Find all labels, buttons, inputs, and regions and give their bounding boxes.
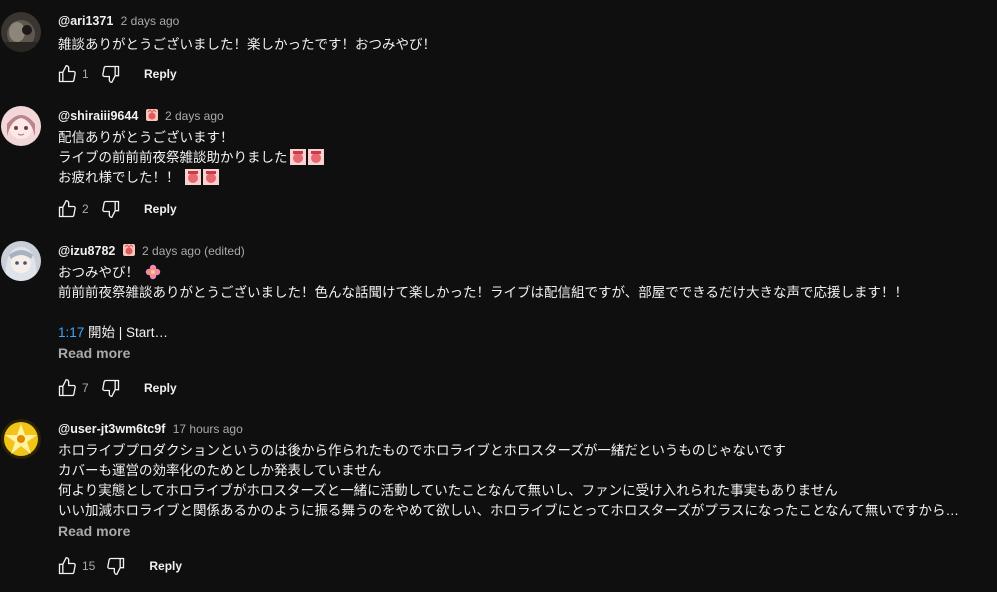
- custom-emoji-icon: [307, 149, 324, 165]
- comment-line: お疲れ様でした！！: [58, 168, 991, 188]
- comment-header: @izu8782 2 days ago (edited): [58, 243, 991, 259]
- thumbs-down-icon[interactable]: [100, 198, 122, 220]
- comment-text: ホロライブプロダクションというのは後から作られたものでホロライブとホロスターズが…: [58, 441, 991, 521]
- thumbs-up-icon[interactable]: [56, 555, 78, 577]
- avatar[interactable]: [1, 106, 41, 146]
- comment-actions: 15 Reply: [56, 554, 182, 578]
- avatar[interactable]: [1, 241, 41, 281]
- comment-thread: @user-jt3wm6tc9f 17 hours ago ホロライブプロダクシ…: [0, 410, 997, 592]
- thumbs-up-icon[interactable]: [56, 198, 78, 220]
- comment-line: ホロライブプロダクションというのは後から作られたものでホロライブとホロスターズが…: [58, 443, 786, 458]
- like-count: 2: [82, 202, 89, 216]
- comment-thread: @shiraiii9644 2 days ago 配信ありがとうございます！ ラ…: [0, 95, 997, 230]
- like-count: 15: [82, 559, 96, 573]
- read-more-button[interactable]: Read more: [58, 521, 130, 541]
- member-badge-icon: [145, 109, 158, 121]
- reply-button[interactable]: Reply: [144, 67, 177, 81]
- thumbs-down-icon[interactable]: [100, 377, 122, 399]
- comment-header: @ari1371 2 days ago: [58, 13, 991, 29]
- comment-actions: 7 Reply: [56, 376, 177, 400]
- custom-emoji-icon: [289, 149, 306, 165]
- comment-line: おつみやび！: [58, 263, 991, 283]
- member-badge-icon: [122, 244, 135, 256]
- comment-header: @shiraiii9644 2 days ago: [58, 108, 991, 124]
- comment-text: 配信ありがとうございます！ ライブの前前前夜祭雑談助かりました お疲れ様でした！…: [58, 128, 991, 188]
- thumbs-up-icon[interactable]: [56, 377, 78, 399]
- thumbs-up-icon[interactable]: [56, 63, 78, 85]
- comment-line: 1:17 開始 | Start…: [58, 323, 991, 343]
- avatar[interactable]: [1, 12, 41, 52]
- comment-line: 雑談ありがとうございました！楽しかったです！おつみやび！: [58, 37, 436, 52]
- custom-emoji-icon: [185, 169, 202, 185]
- author-name[interactable]: @ari1371: [58, 14, 113, 28]
- comment-thread: @izu8782 2 days ago (edited) おつみやび！ 前前前夜…: [0, 230, 997, 410]
- thumbs-down-icon[interactable]: [100, 63, 122, 85]
- comment-text: おつみやび！ 前前前夜祭雑談ありがとうございました！色んな話聞けて楽しかった！ラ…: [58, 263, 991, 343]
- like-count: 1: [82, 67, 89, 81]
- reply-button[interactable]: Reply: [144, 381, 177, 395]
- thumbs-down-icon[interactable]: [105, 555, 127, 577]
- comment-actions: 2 Reply: [56, 197, 177, 221]
- comment-line-text: お疲れ様でした！！: [58, 170, 180, 185]
- comment-line: いい加減ホロライブと関係あるかのように振る舞うのをやめて欲しい、ホロライブにとっ…: [58, 503, 959, 518]
- like-count: 7: [82, 381, 89, 395]
- reply-button[interactable]: Reply: [149, 559, 182, 573]
- comment-line: 配信ありがとうございます！: [58, 130, 234, 145]
- comment-header: @user-jt3wm6tc9f 17 hours ago: [58, 421, 991, 437]
- comment-time[interactable]: 2 days ago (edited): [142, 244, 245, 258]
- timestamp-link[interactable]: 1:17: [58, 325, 84, 340]
- comment-actions: 1 Reply: [56, 62, 177, 86]
- comment-time[interactable]: 2 days ago: [165, 109, 224, 123]
- comment-line-text: おつみやび！: [58, 265, 139, 280]
- comment-line: ライブの前前前夜祭雑談助かりました: [58, 148, 991, 168]
- comment-text: 雑談ありがとうございました！楽しかったです！おつみやび！: [58, 35, 991, 55]
- comment-line: カバーも運営の効率化のためとしか発表していません: [58, 463, 382, 478]
- comment-time[interactable]: 2 days ago: [121, 14, 180, 28]
- comment-thread: @ari1371 2 days ago 雑談ありがとうございました！楽しかったで…: [0, 0, 997, 95]
- avatar[interactable]: [1, 419, 41, 459]
- reply-button[interactable]: Reply: [144, 202, 177, 216]
- author-name[interactable]: @izu8782: [58, 244, 115, 258]
- author-name[interactable]: @shiraiii9644: [58, 109, 138, 123]
- comment-line: 前前前夜祭雑談ありがとうございました！色んな話聞けて楽しかった！ライブは配信組で…: [58, 285, 908, 300]
- timestamp-caption: 開始 | Start…: [84, 325, 169, 340]
- comment-line-text: ライブの前前前夜祭雑談助かりました: [58, 150, 288, 165]
- author-name[interactable]: @user-jt3wm6tc9f: [58, 422, 165, 436]
- comment-line-blank: [58, 303, 991, 323]
- custom-emoji-icon: [203, 169, 220, 185]
- comment-line: 何より実態としてホロライブがホロスターズと一緒に活動していたことなんて無いし、フ…: [58, 483, 838, 498]
- read-more-button[interactable]: Read more: [58, 343, 130, 363]
- comment-time[interactable]: 17 hours ago: [173, 422, 243, 436]
- flower-emoji-icon: [145, 264, 161, 280]
